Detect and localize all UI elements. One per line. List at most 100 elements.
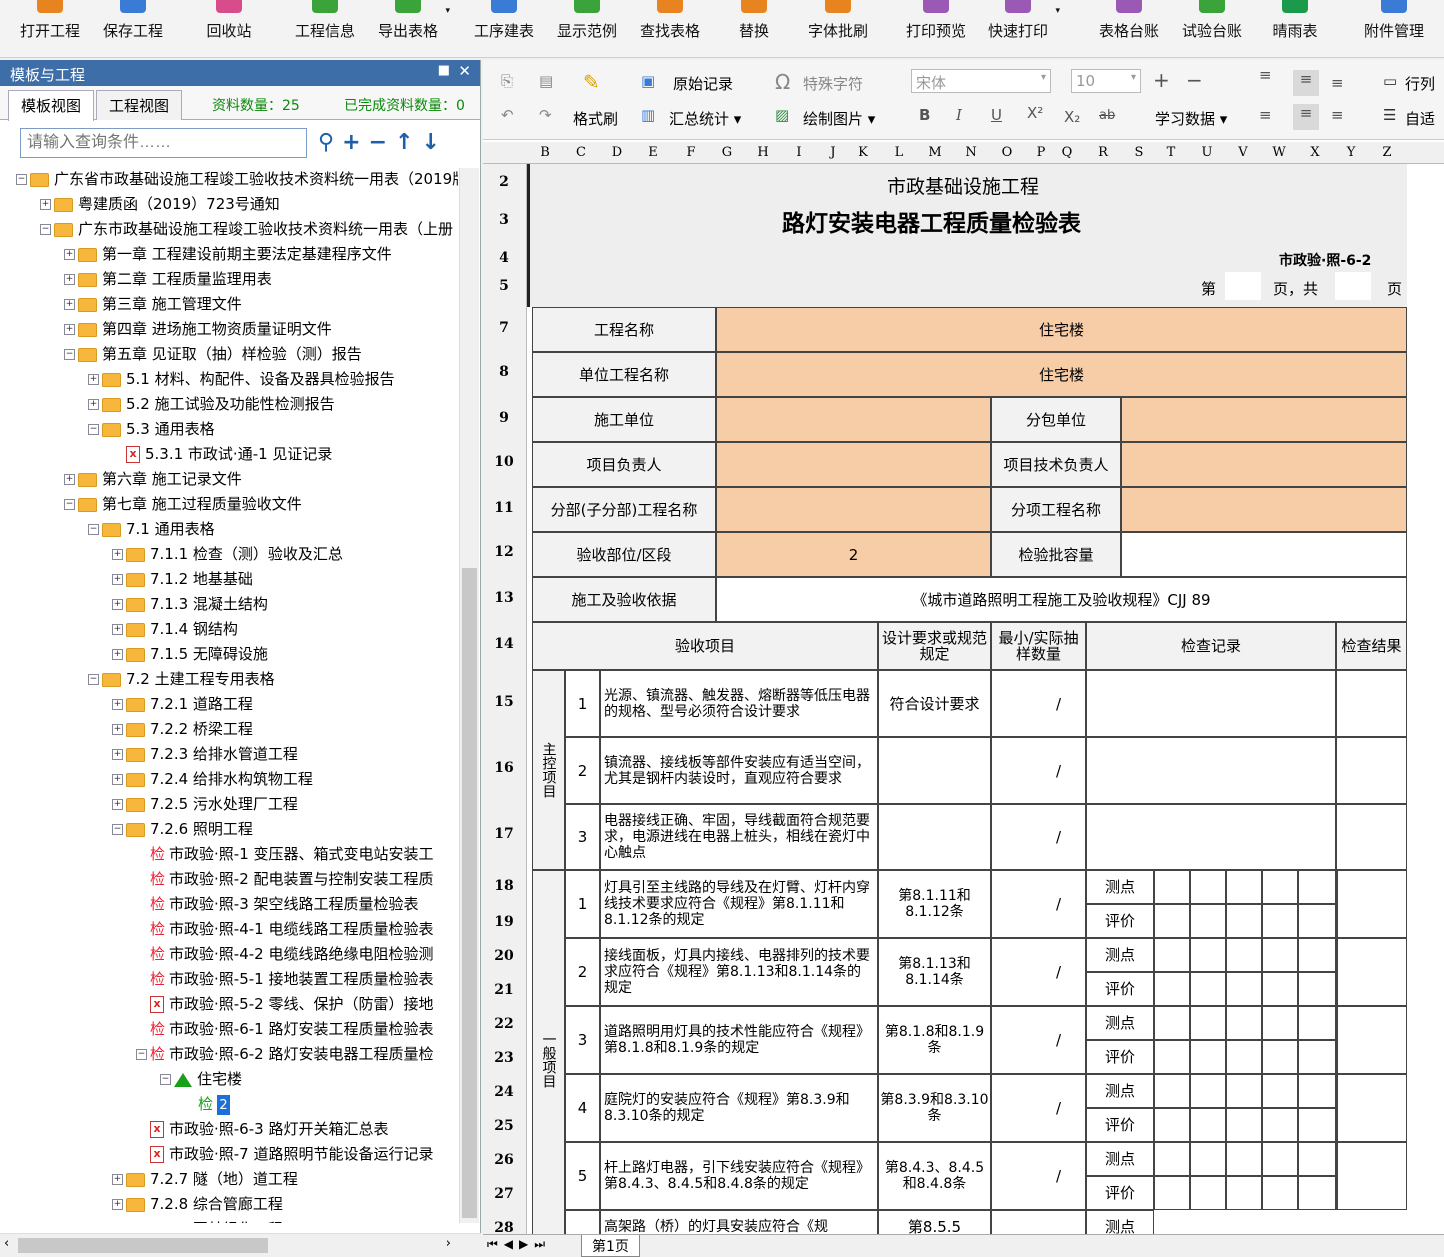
constructor-label[interactable]: 施工单位 bbox=[532, 397, 716, 442]
tree-node[interactable]: 检市政验·照-2 配电装置与控制安装工程质 bbox=[136, 868, 434, 892]
general-item-number[interactable]: 2 bbox=[565, 938, 600, 1006]
design-requirement-header[interactable]: 设计要求或规范规定 bbox=[878, 622, 991, 670]
expand-icon[interactable]: + bbox=[112, 699, 123, 710]
minus-icon[interactable]: − bbox=[369, 130, 395, 155]
main-item-text[interactable]: 光源、镇流器、触发器、熔断器等低压电器的规格、型号必须符合设计要求 bbox=[600, 670, 878, 737]
record-cell[interactable] bbox=[1262, 904, 1298, 938]
column-header[interactable]: C bbox=[563, 145, 599, 160]
record-cell[interactable] bbox=[1154, 1006, 1190, 1040]
sheet-nav-icons[interactable]: ⏮◀▶⏭ bbox=[487, 1237, 551, 1252]
check-result-header[interactable]: 检查结果 bbox=[1336, 622, 1407, 670]
record-cell[interactable] bbox=[1298, 1108, 1336, 1142]
record-cell[interactable] bbox=[1298, 1074, 1336, 1108]
collapse-icon[interactable]: − bbox=[16, 174, 27, 185]
auto-fit-button[interactable]: 自适 bbox=[1405, 108, 1435, 129]
dropdown-arrow-icon[interactable]: ▾ bbox=[445, 6, 450, 16]
underline-icon[interactable]: U bbox=[991, 106, 1002, 124]
draw-image-button[interactable]: 绘制图片 ▾ bbox=[803, 108, 875, 129]
toolbar-button-15[interactable]: 晴雨表 bbox=[1271, 0, 1319, 58]
constructor-value[interactable] bbox=[716, 397, 991, 442]
column-header[interactable]: Q bbox=[1049, 145, 1085, 160]
toolbar-button-4[interactable]: 工程信息 bbox=[295, 0, 355, 58]
toolbar-button-6[interactable]: 工序建表 bbox=[474, 0, 534, 58]
scroll-right-icon[interactable]: › bbox=[446, 1236, 451, 1251]
general-item-design[interactable]: 第8.1.11和8.1.12条 bbox=[878, 870, 991, 938]
tree-node[interactable]: 检市政验·照-5-1 接地装置工程质量检验表 bbox=[136, 968, 433, 992]
expand-icon[interactable]: + bbox=[112, 599, 123, 610]
tree-node[interactable]: +7.1.3 混凝土结构 bbox=[112, 593, 268, 617]
main-item-design[interactable] bbox=[878, 804, 991, 870]
toolbar-button-1[interactable]: 打开工程 bbox=[20, 0, 80, 58]
tree-node[interactable]: − 住宅楼 bbox=[160, 1068, 242, 1092]
sub-item-label[interactable]: 分项工程名称 bbox=[991, 487, 1121, 532]
main-item-text[interactable]: 镇流器、接线板等部件安装应有适当空间，尤其是钢杆内装设时，直观应符合要求 bbox=[600, 737, 878, 804]
record-cell[interactable] bbox=[1298, 972, 1336, 1006]
expand-icon[interactable]: + bbox=[112, 1174, 123, 1185]
record-cell[interactable] bbox=[1262, 1108, 1298, 1142]
tree-node[interactable]: + 粤建质函（2019）723号通知 bbox=[40, 193, 280, 217]
record-cell[interactable]: 测点 bbox=[1086, 1142, 1154, 1176]
tree-node[interactable]: 检市政验·照-6-1 路灯安装工程质量检验表 bbox=[136, 1018, 433, 1042]
general-item-number[interactable]: 1 bbox=[565, 870, 600, 938]
record-cell[interactable]: 评价 bbox=[1086, 1176, 1154, 1210]
record-cell[interactable] bbox=[1190, 1142, 1226, 1176]
align-right-icon[interactable]: ≡ bbox=[1331, 106, 1344, 124]
column-header[interactable]: X bbox=[1297, 145, 1333, 160]
row-header[interactable]: 22 bbox=[483, 1016, 525, 1032]
tree-node[interactable]: x 市政验·照-6-3 路灯开关箱汇总表 bbox=[136, 1118, 388, 1142]
tree-node[interactable]: +7.1.1 检查（测）验收及汇总 bbox=[112, 543, 343, 567]
batch-capacity-value[interactable] bbox=[1121, 532, 1407, 577]
unit-name-label[interactable]: 单位工程名称 bbox=[532, 352, 716, 397]
tree-node[interactable]: +7.2.5 污水处理厂工程 bbox=[112, 793, 298, 817]
expand-icon[interactable]: + bbox=[112, 574, 123, 585]
record-cell[interactable] bbox=[1190, 1108, 1226, 1142]
row-header[interactable]: 5 bbox=[483, 278, 525, 294]
toolbar-button-9[interactable]: 替换 bbox=[738, 0, 770, 58]
collapse-icon[interactable]: − bbox=[160, 1074, 171, 1085]
project-manager-value[interactable] bbox=[716, 442, 991, 487]
expand-icon[interactable]: + bbox=[112, 649, 123, 660]
record-cell[interactable] bbox=[1298, 904, 1336, 938]
column-header[interactable]: W bbox=[1261, 145, 1297, 160]
project-name-label[interactable]: 工程名称 bbox=[532, 307, 716, 352]
record-cell[interactable] bbox=[1262, 1142, 1298, 1176]
record-cell[interactable]: 评价 bbox=[1086, 972, 1154, 1006]
general-item-text[interactable]: 接线面板，灯具内接线、电器排列的技术要求应符合《规程》第8.1.13和8.1.1… bbox=[600, 938, 878, 1006]
row-header[interactable]: 15 bbox=[483, 694, 525, 710]
main-items-label[interactable]: 主控项目 bbox=[532, 670, 565, 870]
study-data-button[interactable]: 学习数据 ▾ bbox=[1155, 108, 1227, 129]
record-cell[interactable] bbox=[1154, 1142, 1190, 1176]
record-cell[interactable] bbox=[1154, 1074, 1190, 1108]
record-cell[interactable] bbox=[1154, 1108, 1190, 1142]
batch-capacity-label[interactable]: 检验批容量 bbox=[991, 532, 1121, 577]
main-item-number[interactable]: 1 bbox=[565, 670, 600, 737]
record-cell[interactable] bbox=[1262, 972, 1298, 1006]
tree-node[interactable]: + 第一章 工程建设前期主要法定基建程序文件 bbox=[64, 243, 392, 267]
record-cell[interactable] bbox=[1190, 1006, 1226, 1040]
tree-node[interactable]: + 第二章 工程质量监理用表 bbox=[64, 268, 272, 292]
general-item-number[interactable]: 5 bbox=[565, 1142, 600, 1210]
special-char-button[interactable]: 特殊字符 bbox=[803, 73, 863, 94]
row-header[interactable]: 21 bbox=[483, 982, 525, 998]
general-item-design[interactable]: 第8.3.9和8.3.10条 bbox=[878, 1074, 991, 1142]
tree-node[interactable]: − 第七章 施工过程质量验收文件 bbox=[64, 493, 302, 517]
collapse-icon[interactable]: − bbox=[64, 499, 75, 510]
column-header[interactable]: T bbox=[1153, 145, 1189, 160]
record-cell[interactable] bbox=[1190, 870, 1226, 904]
column-header[interactable]: U bbox=[1189, 145, 1225, 160]
subscript-icon[interactable]: X₂ bbox=[1064, 108, 1080, 126]
search-input[interactable] bbox=[20, 128, 307, 158]
main-item-record[interactable] bbox=[1086, 737, 1336, 804]
worksheet[interactable]: 市政基础设施工程 路灯安装电器工程质量检验表 市政验·照-6-2 第 页，共 页… bbox=[527, 164, 1444, 1234]
close-icon[interactable]: ✕ bbox=[458, 62, 471, 80]
tree-node[interactable]: +7.2.1 道路工程 bbox=[112, 693, 253, 717]
main-item-record[interactable] bbox=[1086, 670, 1336, 737]
search-icon[interactable]: ⚲ bbox=[318, 130, 342, 155]
record-cell[interactable] bbox=[1226, 972, 1262, 1006]
row-header[interactable]: 17 bbox=[483, 826, 525, 842]
main-item-number[interactable]: 2 bbox=[565, 737, 600, 804]
expand-icon[interactable]: + bbox=[112, 724, 123, 735]
undo-icon[interactable]: ↶ bbox=[501, 106, 514, 124]
row-header[interactable]: 7 bbox=[483, 320, 525, 336]
tree-node[interactable]: + 第六章 施工记录文件 bbox=[64, 468, 242, 492]
